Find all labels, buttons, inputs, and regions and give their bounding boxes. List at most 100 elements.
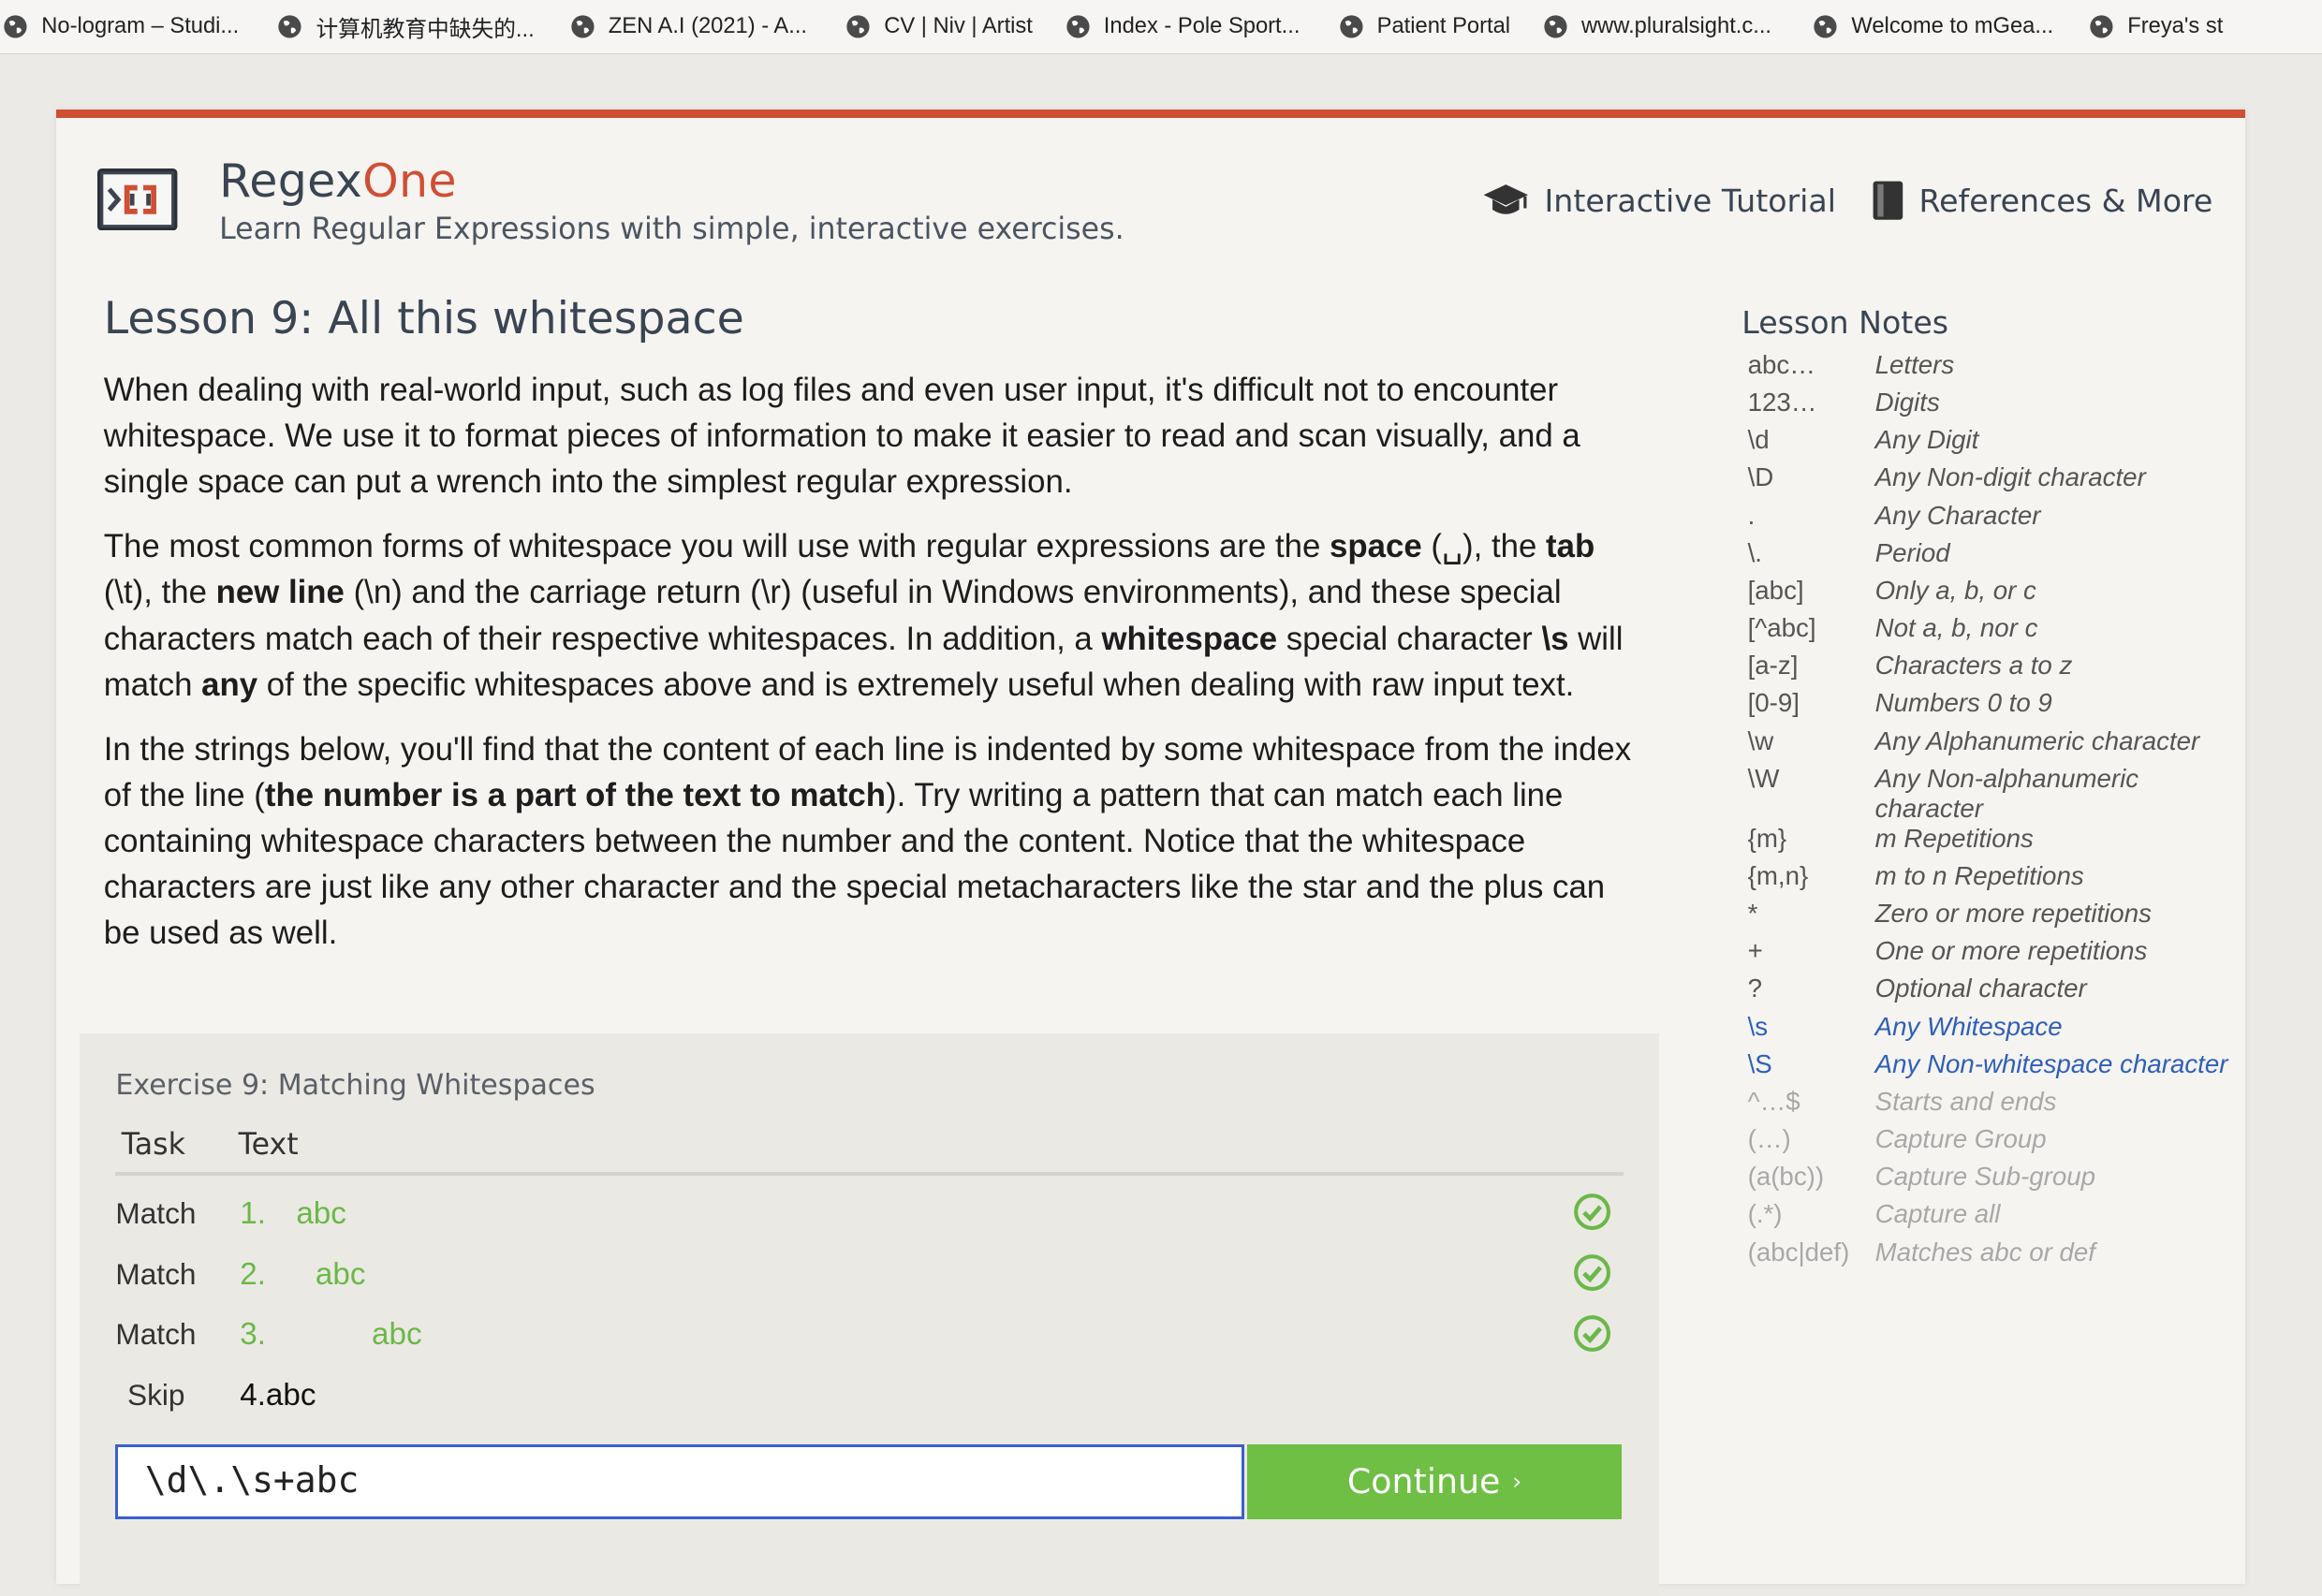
lesson-title: Lesson 9: All this whitespace xyxy=(103,292,744,344)
bookmark-item[interactable]: CV | Niv | Artist xyxy=(845,0,1033,53)
globe-icon xyxy=(4,15,27,38)
lesson-note-value: Not a, b, nor c xyxy=(1874,613,2038,643)
bookmark-item[interactable]: Freya's st xyxy=(2089,0,2223,53)
bookmark-label: No-logram – Studi... xyxy=(41,13,240,38)
exercise-row: Match 2. abc xyxy=(115,1251,1623,1304)
lesson-note-key: [abc] xyxy=(1747,575,1804,605)
regexone-logo-icon[interactable] xyxy=(97,168,178,231)
bookmark-label: Welcome to mGea... xyxy=(1851,13,2054,38)
lesson-note-row: . Any Character xyxy=(1742,501,2245,538)
lesson-note-value: Capture Group xyxy=(1874,1124,2047,1154)
lesson-note-value: Any Non-digit character xyxy=(1874,462,2146,492)
bookmark-item[interactable]: 计算机教育中缺失的... xyxy=(277,0,535,53)
lesson-note-row: [abc] Only a, b, or c xyxy=(1742,576,2245,613)
lesson-note-value: Any Character xyxy=(1874,500,2041,530)
column-header-task: Task xyxy=(121,1127,185,1162)
check-circle-icon xyxy=(1574,1254,1610,1292)
bookmark-item[interactable]: www.pluralsight.c... xyxy=(1543,0,1771,53)
bookmark-item[interactable]: Patient Portal xyxy=(1339,0,1511,53)
lesson-note-key: [^abc] xyxy=(1747,613,1816,643)
regex-input[interactable]: \d\.\s+abc xyxy=(115,1444,1244,1519)
bookmarks-bar: No-logram – Studi... 计算机教育中缺失的... ZEN A.… xyxy=(0,0,2322,54)
lesson-note-row: \d Any Digit xyxy=(1742,425,2245,462)
lesson-notes-table: abc… Letters 123… Digits \d Any Digit \D Any No… xyxy=(1742,350,2245,1275)
bookmark-item[interactable]: No-logram – Studi... xyxy=(3,0,239,53)
lesson-note-value: Numbers 0 to 9 xyxy=(1874,688,2052,718)
lesson-note-row: [0-9] Numbers 0 to 9 xyxy=(1742,688,2245,725)
lesson-notes: Lesson Notes abc… Letters 123… Digits \d Any … xyxy=(1742,304,2245,1274)
row-number: 1. xyxy=(240,1195,266,1231)
exercise-row: Match 1. abc xyxy=(115,1190,1623,1243)
lesson-note-value: Zero or more repetitions xyxy=(1874,899,2152,929)
lesson-note-key: abc… xyxy=(1747,349,1815,379)
brand-name[interactable]: RegexOne xyxy=(219,154,457,208)
row-number: 2. xyxy=(240,1256,266,1292)
bold-term: the number is a part of the text to matc… xyxy=(264,777,887,814)
continue-label: Continue xyxy=(1346,1461,1501,1502)
exercise-title: Exercise 9: Matching Whitespaces xyxy=(115,1068,595,1102)
globe-icon xyxy=(1066,15,1090,38)
lesson-note-value: m to n Repetitions xyxy=(1874,860,2084,890)
lesson-note-value: Any Non-alphanumeric character xyxy=(1874,763,2139,823)
lesson-note-key: ^…$ xyxy=(1747,1086,1800,1116)
task-label: Match xyxy=(115,1317,197,1352)
bookmark-label: ZEN A.I (2021) - A... xyxy=(608,13,808,38)
continue-button[interactable]: Continue › xyxy=(1246,1444,1623,1519)
bookmark-item[interactable]: Index - Pole Sport... xyxy=(1065,0,1300,53)
lesson-note-value: Starts and ends xyxy=(1874,1086,2057,1116)
lesson-note-row: * Zero or more repetitions xyxy=(1742,899,2245,936)
lesson-note-row: [a-z] Characters a to z xyxy=(1742,651,2245,688)
lesson-note-key: [0-9] xyxy=(1747,688,1800,718)
nav-tutorial-label: Interactive Tutorial xyxy=(1544,183,1836,220)
column-header-text: Text xyxy=(238,1127,299,1162)
text-span: (\t), the xyxy=(103,574,216,611)
lesson-note-key: \w xyxy=(1747,725,1774,755)
lesson-note-key: (a(bc)) xyxy=(1747,1162,1825,1192)
task-label: Skip xyxy=(127,1378,185,1413)
text-span: (␣), the xyxy=(1421,528,1547,565)
lesson-note-row: 123… Digits xyxy=(1742,388,2245,425)
lesson-notes-title: Lesson Notes xyxy=(1742,304,1949,342)
lesson-note-key: * xyxy=(1747,899,1758,929)
globe-icon xyxy=(571,15,595,38)
lesson-note-value: Any Digit xyxy=(1874,425,1979,455)
row-text: abc xyxy=(372,1317,422,1353)
lesson-note-value: Capture all xyxy=(1874,1199,2001,1229)
lesson-note-row: (.*) Capture all xyxy=(1742,1199,2245,1237)
divider xyxy=(115,1172,1624,1176)
lesson-note-key: \. xyxy=(1747,537,1762,567)
text-span: special character xyxy=(1277,620,1542,657)
lesson-note-value: Digits xyxy=(1874,388,1940,417)
brand-part-one: One xyxy=(362,154,457,208)
lesson-note-row: \s Any Whitespace xyxy=(1742,1012,2245,1049)
lesson-note-key: (.*) xyxy=(1747,1199,1783,1229)
lesson-note-key: \W xyxy=(1747,763,1780,793)
bookmark-label: CV | Niv | Artist xyxy=(884,13,1033,38)
globe-icon xyxy=(278,15,301,38)
book-icon xyxy=(1873,182,1903,221)
bookmark-label: Patient Portal xyxy=(1376,13,1511,38)
nav-references[interactable]: References & More xyxy=(1872,180,2212,221)
lesson-note-value: Letters xyxy=(1874,349,1955,379)
lesson-paragraph-1: When dealing with real-world input, such… xyxy=(103,371,1580,500)
nav-interactive-tutorial[interactable]: Interactive Tutorial xyxy=(1482,182,1836,220)
lesson-note-key: \s xyxy=(1747,1011,1769,1041)
exercise-row: Skip 4.abc xyxy=(115,1372,1623,1426)
lesson-note-row: {m} m Repetitions xyxy=(1742,824,2245,861)
row-text: abc xyxy=(296,1195,346,1231)
bold-term: tab xyxy=(1546,528,1595,565)
lesson-note-key: 123… xyxy=(1747,388,1817,417)
task-label: Match xyxy=(115,1256,197,1291)
brand-part-regex: Regex xyxy=(219,154,363,208)
bookmark-item[interactable]: ZEN A.I (2021) - A... xyxy=(570,0,807,53)
row-text: 4.abc xyxy=(240,1378,316,1413)
lesson-note-key: \d xyxy=(1747,425,1770,455)
lesson-note-key: ? xyxy=(1747,974,1762,1003)
bookmark-item[interactable]: Welcome to mGea... xyxy=(1813,0,2053,53)
globe-icon xyxy=(1814,15,1837,38)
lesson-note-row: (abc|def) Matches abc or def xyxy=(1742,1237,2245,1275)
lesson-note-row: (a(bc)) Capture Sub-group xyxy=(1742,1162,2245,1199)
bold-term: whitespace xyxy=(1101,620,1278,657)
lesson-note-value: One or more repetitions xyxy=(1874,936,2148,966)
lesson-note-row: \D Any Non-digit character xyxy=(1742,462,2245,500)
